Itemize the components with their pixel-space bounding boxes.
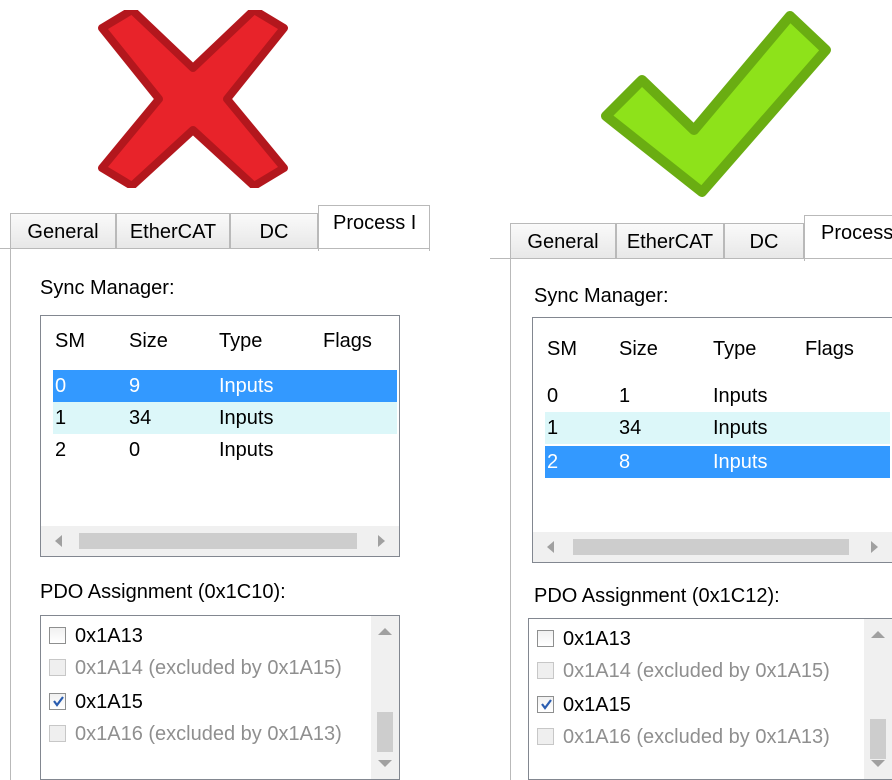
table-row[interactable]: 1 34 Inputs <box>53 402 397 434</box>
tab-ethercat[interactable]: EtherCAT <box>116 213 230 249</box>
checkbox-disabled <box>49 725 66 742</box>
checkbox-checked[interactable] <box>537 696 554 713</box>
cell-type: Inputs <box>713 385 768 407</box>
horizontal-scrollbar[interactable] <box>41 526 399 556</box>
vertical-scrollbar[interactable] <box>371 616 399 779</box>
item-label: 0x1A16 (excluded by 0x1A13) <box>563 726 830 748</box>
tab-divider <box>0 248 430 249</box>
cell-sm: 0 <box>547 385 559 407</box>
item-label: 0x1A15 <box>563 694 631 716</box>
cell-type: Inputs <box>713 451 768 473</box>
table-row[interactable]: 0 9 Inputs <box>53 370 397 402</box>
checkbox-disabled <box>537 662 554 679</box>
cell-size: 34 <box>619 417 642 439</box>
cell-size: 8 <box>619 451 631 473</box>
green-checkmark-icon <box>601 11 831 197</box>
item-label: 0x1A14 (excluded by 0x1A15) <box>75 657 342 679</box>
tab-strip: General EtherCAT DC Process <box>490 215 892 261</box>
checkbox-checked[interactable] <box>49 693 66 710</box>
sync-manager-list[interactable]: SM Size Type Flags 0 9 Inputs 1 34 Input… <box>40 315 400 557</box>
cell-size: 34 <box>129 407 152 429</box>
column-type[interactable]: Type <box>713 338 756 361</box>
check-mark-icon <box>541 699 552 710</box>
scrollbar-thumb[interactable] <box>870 719 886 759</box>
cell-sm: 0 <box>55 375 67 397</box>
tab-process-data[interactable]: Process I <box>318 205 430 251</box>
cell-size: 1 <box>619 385 631 407</box>
item-label: 0x1A13 <box>563 628 631 650</box>
column-size[interactable]: Size <box>129 330 168 353</box>
tab-dc[interactable]: DC <box>724 223 804 259</box>
scroll-up-icon[interactable] <box>378 628 392 635</box>
scroll-left-icon[interactable] <box>547 541 554 553</box>
column-size[interactable]: Size <box>619 338 658 361</box>
tab-ethercat[interactable]: EtherCAT <box>616 223 724 259</box>
column-flags[interactable]: Flags <box>323 330 372 353</box>
sync-manager-label: Sync Manager: <box>534 285 669 307</box>
sync-manager-label: Sync Manager: <box>40 277 175 299</box>
column-sm[interactable]: SM <box>55 330 85 353</box>
right-properties-panel: General EtherCAT DC Process Sync Manager… <box>490 205 892 780</box>
list-header: SM Size Type Flags <box>41 316 399 370</box>
table-row[interactable]: 0 1 Inputs <box>545 380 890 412</box>
scrollbar-thumb[interactable] <box>573 539 849 555</box>
check-mark-icon <box>53 696 64 707</box>
cell-type: Inputs <box>219 439 274 461</box>
vertical-scrollbar[interactable] <box>864 619 892 779</box>
cell-sm: 1 <box>547 417 559 439</box>
item-label: 0x1A14 (excluded by 0x1A15) <box>563 660 830 682</box>
horizontal-scrollbar[interactable] <box>533 532 892 562</box>
table-row[interactable]: 1 34 Inputs <box>545 412 890 444</box>
cell-sm: 2 <box>547 451 559 473</box>
column-flags[interactable]: Flags <box>805 338 854 361</box>
cell-size: 9 <box>129 375 141 397</box>
pdo-assignment-list[interactable]: 0x1A13 0x1A14 (excluded by 0x1A15) 0x1A1… <box>40 615 400 780</box>
panel-border <box>510 258 511 780</box>
pdo-assignment-label: PDO Assignment (0x1C10): <box>40 581 286 603</box>
scroll-down-icon[interactable] <box>378 760 392 767</box>
cell-type: Inputs <box>219 407 274 429</box>
tab-dc[interactable]: DC <box>230 213 318 249</box>
scroll-down-icon[interactable] <box>871 760 885 767</box>
scroll-left-icon[interactable] <box>55 535 62 547</box>
cell-size: 0 <box>129 439 141 461</box>
column-sm[interactable]: SM <box>547 338 577 361</box>
cell-type: Inputs <box>713 417 768 439</box>
checkbox-disabled <box>49 659 66 676</box>
table-row[interactable]: 2 8 Inputs <box>545 446 890 478</box>
sync-manager-list[interactable]: SM Size Type Flags 0 1 Inputs 1 34 Input… <box>532 317 892 563</box>
panel-border <box>10 248 11 780</box>
scrollbar-thumb[interactable] <box>79 533 357 549</box>
list-header: SM Size Type Flags <box>533 324 892 378</box>
scroll-up-icon[interactable] <box>871 631 885 638</box>
item-label: 0x1A16 (excluded by 0x1A13) <box>75 723 342 745</box>
tab-strip: General EtherCAT DC Process I <box>0 205 430 251</box>
checkbox-disabled <box>537 728 554 745</box>
pdo-assignment-label: PDO Assignment (0x1C12): <box>534 585 780 607</box>
red-cross-icon <box>98 10 288 188</box>
cell-type: Inputs <box>219 375 274 397</box>
column-type[interactable]: Type <box>219 330 262 353</box>
tab-divider <box>490 258 892 259</box>
checkbox-unchecked[interactable] <box>49 627 66 644</box>
pdo-assignment-list[interactable]: 0x1A13 0x1A14 (excluded by 0x1A15) 0x1A1… <box>528 618 892 780</box>
checkbox-unchecked[interactable] <box>537 630 554 647</box>
table-row[interactable]: 2 0 Inputs <box>53 434 397 466</box>
item-label: 0x1A13 <box>75 625 143 647</box>
left-properties-panel: General EtherCAT DC Process I Sync Manag… <box>0 205 430 780</box>
scroll-right-icon[interactable] <box>378 535 385 547</box>
tab-process-data[interactable]: Process <box>804 215 892 261</box>
cell-sm: 1 <box>55 407 67 429</box>
scroll-right-icon[interactable] <box>871 541 878 553</box>
scrollbar-thumb[interactable] <box>377 712 393 752</box>
item-label: 0x1A15 <box>75 691 143 713</box>
cell-sm: 2 <box>55 439 67 461</box>
tab-general[interactable]: General <box>10 213 116 249</box>
tab-general[interactable]: General <box>510 223 616 259</box>
